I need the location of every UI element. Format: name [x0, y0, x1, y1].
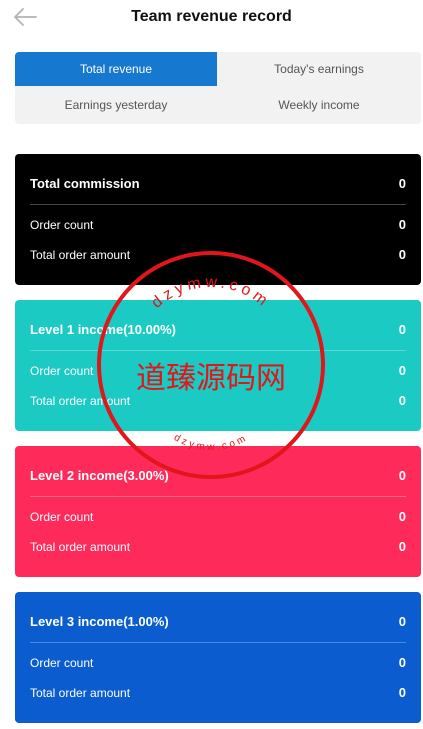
card-level-1-income: Level 1 income(10.00%) 0 Order count 0 Tot… [15, 300, 421, 431]
card-divider [30, 642, 406, 643]
card-divider [30, 350, 406, 351]
card-divider [30, 204, 406, 205]
order-count-label: Order count [30, 655, 94, 670]
card-title: Level 1 income(10.00%) [30, 322, 176, 337]
card-title-value: 0 [398, 468, 406, 483]
header-bar: Team revenue record [0, 0, 423, 36]
tab-todays-earnings[interactable]: Today's earnings [217, 52, 421, 86]
tab-weekly-income[interactable]: Weekly income [217, 86, 421, 124]
order-count-label: Order count [30, 363, 94, 378]
order-amount-value: 0 [398, 247, 406, 262]
tab-earnings-yesterday[interactable]: Earnings yesterday [15, 86, 217, 124]
tab-total-revenue[interactable]: Total revenue [15, 52, 217, 86]
card-title: Level 3 income(1.00%) [30, 614, 169, 629]
card-level-2-income: Level 2 income(3.00%) 0 Order count 0 Tota… [15, 446, 421, 577]
order-count-value: 0 [398, 217, 406, 232]
card-title-value: 0 [398, 614, 406, 629]
order-amount-label: Total order amount [30, 539, 131, 554]
card-title-value: 0 [398, 322, 406, 337]
card-level-3-income: Level 3 income(1.00%) 0 Order count 0 Tota… [15, 592, 421, 723]
order-count-value: 0 [398, 655, 406, 670]
order-amount-value: 0 [398, 393, 406, 408]
card-title: Level 2 income(3.00%) [30, 468, 169, 483]
order-count-label: Order count [30, 217, 94, 232]
page-title: Team revenue record [131, 8, 292, 25]
order-amount-label: Total order amount [30, 247, 131, 262]
order-count-label: Order count [30, 509, 94, 524]
order-amount-value: 0 [398, 685, 406, 700]
order-amount-label: Total order amount [30, 685, 131, 700]
card-divider [30, 496, 406, 497]
period-tabs: Total revenue Today's earnings Earnings … [15, 52, 421, 124]
card-title-value: 0 [398, 176, 406, 191]
order-count-value: 0 [398, 363, 406, 378]
order-count-value: 0 [398, 509, 406, 524]
card-total-commission: Total commission 0 Order count 0 Total ord… [15, 154, 421, 285]
order-amount-value: 0 [398, 539, 406, 554]
order-amount-label: Total order amount [30, 393, 131, 408]
card-title: Total commission [30, 176, 140, 191]
